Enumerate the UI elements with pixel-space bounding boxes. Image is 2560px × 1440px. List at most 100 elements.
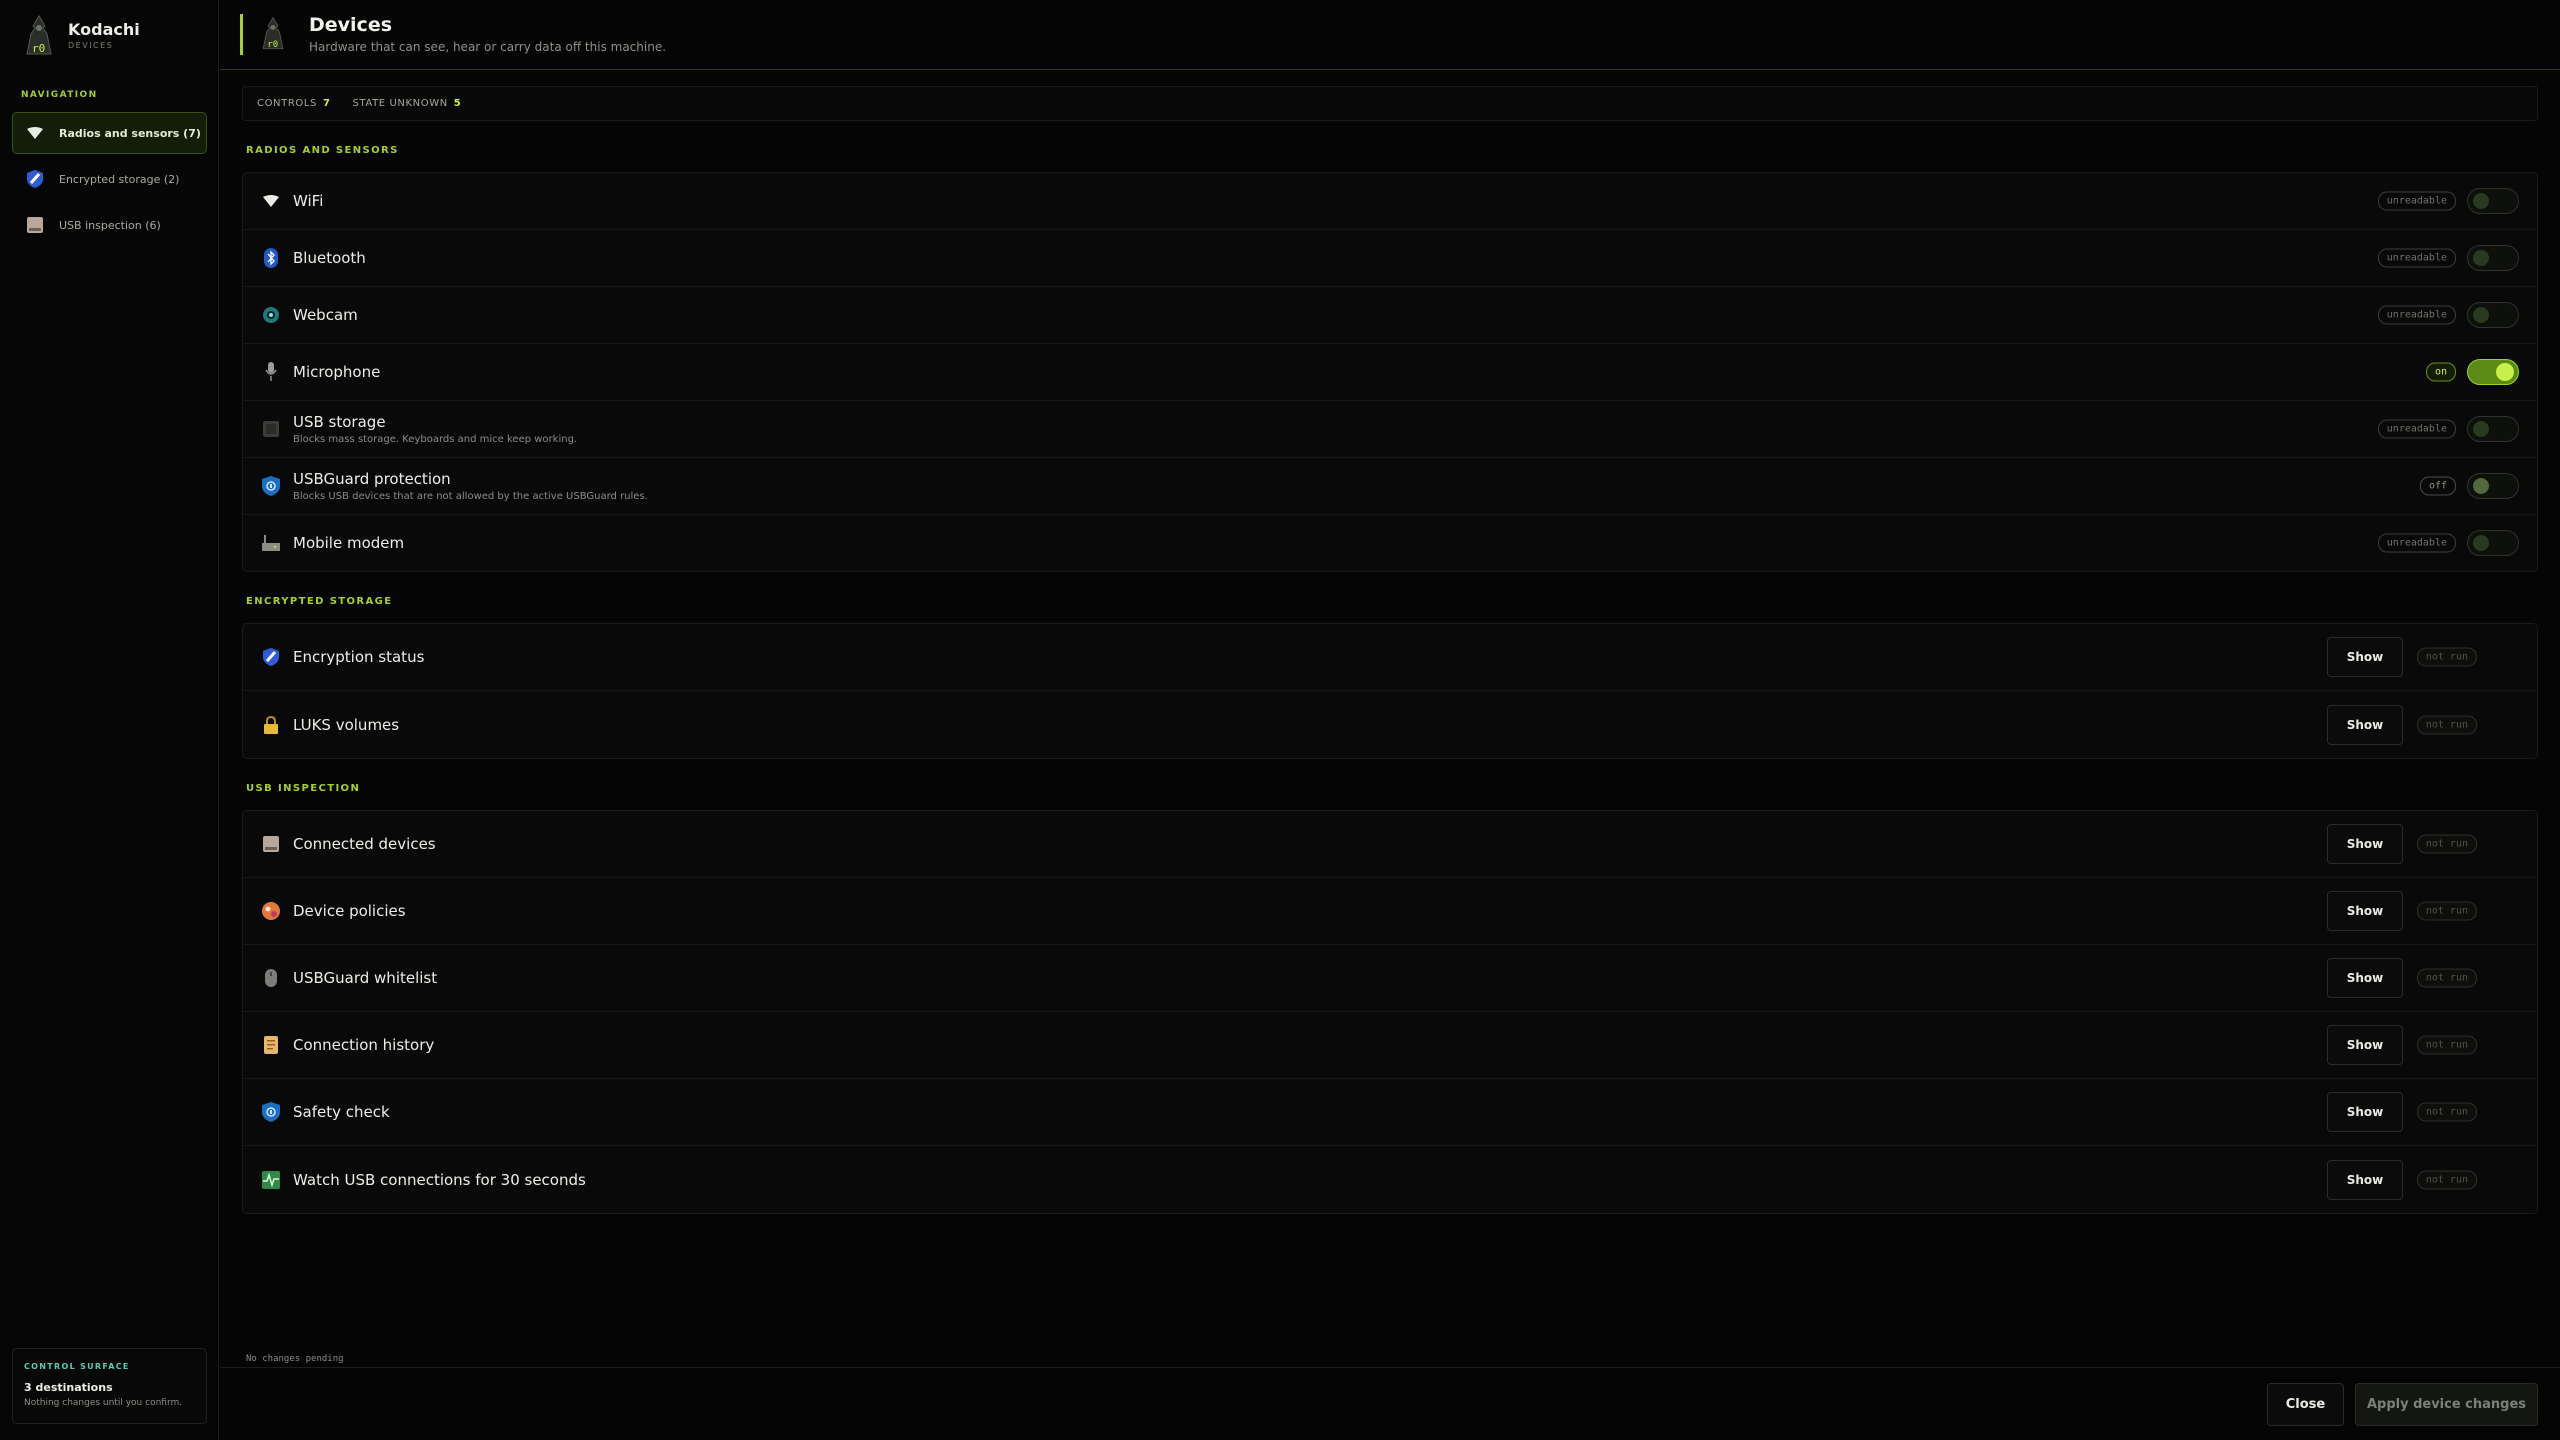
status-badge: on: [2425, 362, 2456, 382]
pending-status: No changes pending: [246, 1354, 344, 1364]
footer-divider: [220, 1367, 2560, 1368]
svg-text:r0: r0: [32, 42, 45, 55]
shield-icon: [25, 169, 45, 189]
toggle-knob: [2473, 478, 2489, 494]
page-subtitle: Hardware that can see, hear or carry dat…: [309, 40, 667, 54]
device-row-wifi: WiFi unreadable: [243, 173, 2537, 230]
section-title-usb: USB INSPECTION: [246, 783, 361, 794]
nav-list: Radios and sensors (7) Encrypted storage…: [12, 112, 207, 250]
show-button[interactable]: Show: [2327, 1092, 2403, 1132]
device-description: Blocks mass storage. Keyboards and mice …: [293, 434, 578, 445]
drive-icon: [25, 215, 45, 235]
status-badge: not run: [2416, 901, 2477, 921]
show-button[interactable]: Show: [2327, 637, 2403, 677]
check-row-connected-devices: Connected devices Show not run: [243, 811, 2537, 878]
sidebar-item-encrypted-storage[interactable]: Encrypted storage (2): [12, 158, 207, 200]
device-label: Bluetooth: [293, 249, 366, 267]
encrypted-card: Encryption status Show not run LUKS volu…: [242, 623, 2538, 759]
page-header: r0 Devices Hardware that can see, hear o…: [220, 0, 2560, 70]
shield-lock-icon: [261, 476, 281, 496]
sidebar-item-label: Radios and sensors (7): [59, 126, 201, 140]
status-badge: not run: [2416, 647, 2477, 667]
section-title-radios: RADIOS AND SENSORS: [246, 145, 399, 156]
microphone-icon: [261, 362, 281, 382]
device-label: USBGuard protection: [293, 470, 451, 488]
wifi-toggle[interactable]: [2467, 188, 2519, 214]
check-row-device-policies: Device policies Show not run: [243, 878, 2537, 945]
usbguard-toggle[interactable]: [2467, 473, 2519, 499]
sidebar-item-usb-inspection[interactable]: USB inspection (6): [12, 204, 207, 246]
usb-storage-icon: [261, 419, 281, 439]
microphone-toggle[interactable]: [2467, 359, 2519, 385]
check-row-encryption-status: Encryption status Show not run: [243, 624, 2537, 691]
show-button[interactable]: Show: [2327, 891, 2403, 931]
stat-label: STATE UNKNOWN: [352, 98, 448, 109]
header-accent-bar: [240, 14, 243, 55]
check-label: Connection history: [293, 1036, 435, 1054]
device-label: Microphone: [293, 363, 381, 381]
apply-device-changes-button[interactable]: Apply device changes: [2355, 1383, 2538, 1426]
check-row-safety-check: Safety check Show not run: [243, 1079, 2537, 1146]
control-surface-subtitle: Nothing changes until you confirm.: [24, 1398, 183, 1408]
shield-lock-icon: [261, 1102, 281, 1122]
webcam-toggle[interactable]: [2467, 302, 2519, 328]
check-row-luks-volumes: LUKS volumes Show not run: [243, 691, 2537, 758]
status-badge: not run: [2416, 715, 2477, 734]
status-badge: not run: [2416, 968, 2477, 988]
sidebar-item-label: USB inspection (6): [59, 218, 161, 232]
status-badge: not run: [2416, 1035, 2477, 1055]
check-label: Safety check: [293, 1103, 390, 1121]
lock-icon: [261, 715, 281, 735]
page-title: Devices: [309, 14, 393, 36]
stat-value: 7: [322, 98, 331, 109]
stat-state-unknown: STATE UNKNOWN 5: [353, 98, 462, 109]
stats-bar: CONTROLS 7 STATE UNKNOWN 5: [242, 86, 2538, 121]
toggle-knob: [2473, 421, 2489, 437]
app-name: Kodachi: [68, 20, 140, 39]
mobile-modem-toggle[interactable]: [2467, 530, 2519, 556]
modem-icon: [261, 533, 281, 553]
check-label: USBGuard whitelist: [293, 969, 438, 987]
device-label: USB storage: [293, 413, 386, 431]
svg-text:r0: r0: [267, 40, 278, 50]
toggle-knob: [2473, 250, 2489, 266]
status-badge: not run: [2416, 1170, 2477, 1189]
brand: r0 Kodachi DEVICES: [21, 14, 140, 58]
sidebar-item-label: Encrypted storage (2): [59, 172, 180, 186]
device-row-webcam: Webcam unreadable: [243, 287, 2537, 344]
control-surface-heading: CONTROL SURFACE: [24, 1362, 130, 1371]
device-row-microphone: Microphone on: [243, 344, 2537, 401]
show-button[interactable]: Show: [2327, 704, 2403, 745]
toggle-knob: [2496, 363, 2514, 381]
control-surface-title: 3 destinations: [24, 1381, 113, 1394]
usb-storage-toggle[interactable]: [2467, 416, 2519, 442]
show-button[interactable]: Show: [2327, 1025, 2403, 1065]
usb-card: Connected devices Show not run Device po…: [242, 810, 2538, 1214]
close-button[interactable]: Close: [2267, 1383, 2344, 1426]
webcam-icon: [261, 305, 281, 325]
toggle-knob: [2473, 193, 2489, 209]
show-button[interactable]: Show: [2327, 1159, 2403, 1200]
device-label: Webcam: [293, 306, 358, 324]
drive-icon: [261, 834, 281, 854]
control-surface-panel: CONTROL SURFACE 3 destinations Nothing c…: [12, 1348, 207, 1424]
stat-label: CONTROLS: [257, 98, 317, 109]
wifi-icon: [261, 191, 281, 211]
status-badge: unreadable: [2377, 419, 2456, 439]
show-button[interactable]: Show: [2327, 958, 2403, 998]
device-label: Mobile modem: [293, 534, 405, 552]
scroll-icon: [261, 1035, 281, 1055]
bluetooth-toggle[interactable]: [2467, 245, 2519, 271]
check-label: Watch USB connections for 30 seconds: [293, 1170, 586, 1189]
radios-card: WiFi unreadable Bluetooth unreadable Web…: [242, 172, 2538, 572]
show-button[interactable]: Show: [2327, 824, 2403, 864]
device-label: WiFi: [293, 192, 324, 210]
device-row-mobile-modem: Mobile modem unreadable: [243, 515, 2537, 571]
stat-value: 5: [453, 98, 462, 109]
kodachi-logo-icon: r0: [26, 15, 52, 55]
toggle-knob: [2473, 307, 2489, 323]
toggle-knob: [2473, 535, 2489, 551]
sidebar-item-radios[interactable]: Radios and sensors (7): [12, 112, 207, 154]
nav-heading: NAVIGATION: [21, 90, 98, 100]
check-label: Device policies: [293, 902, 406, 920]
